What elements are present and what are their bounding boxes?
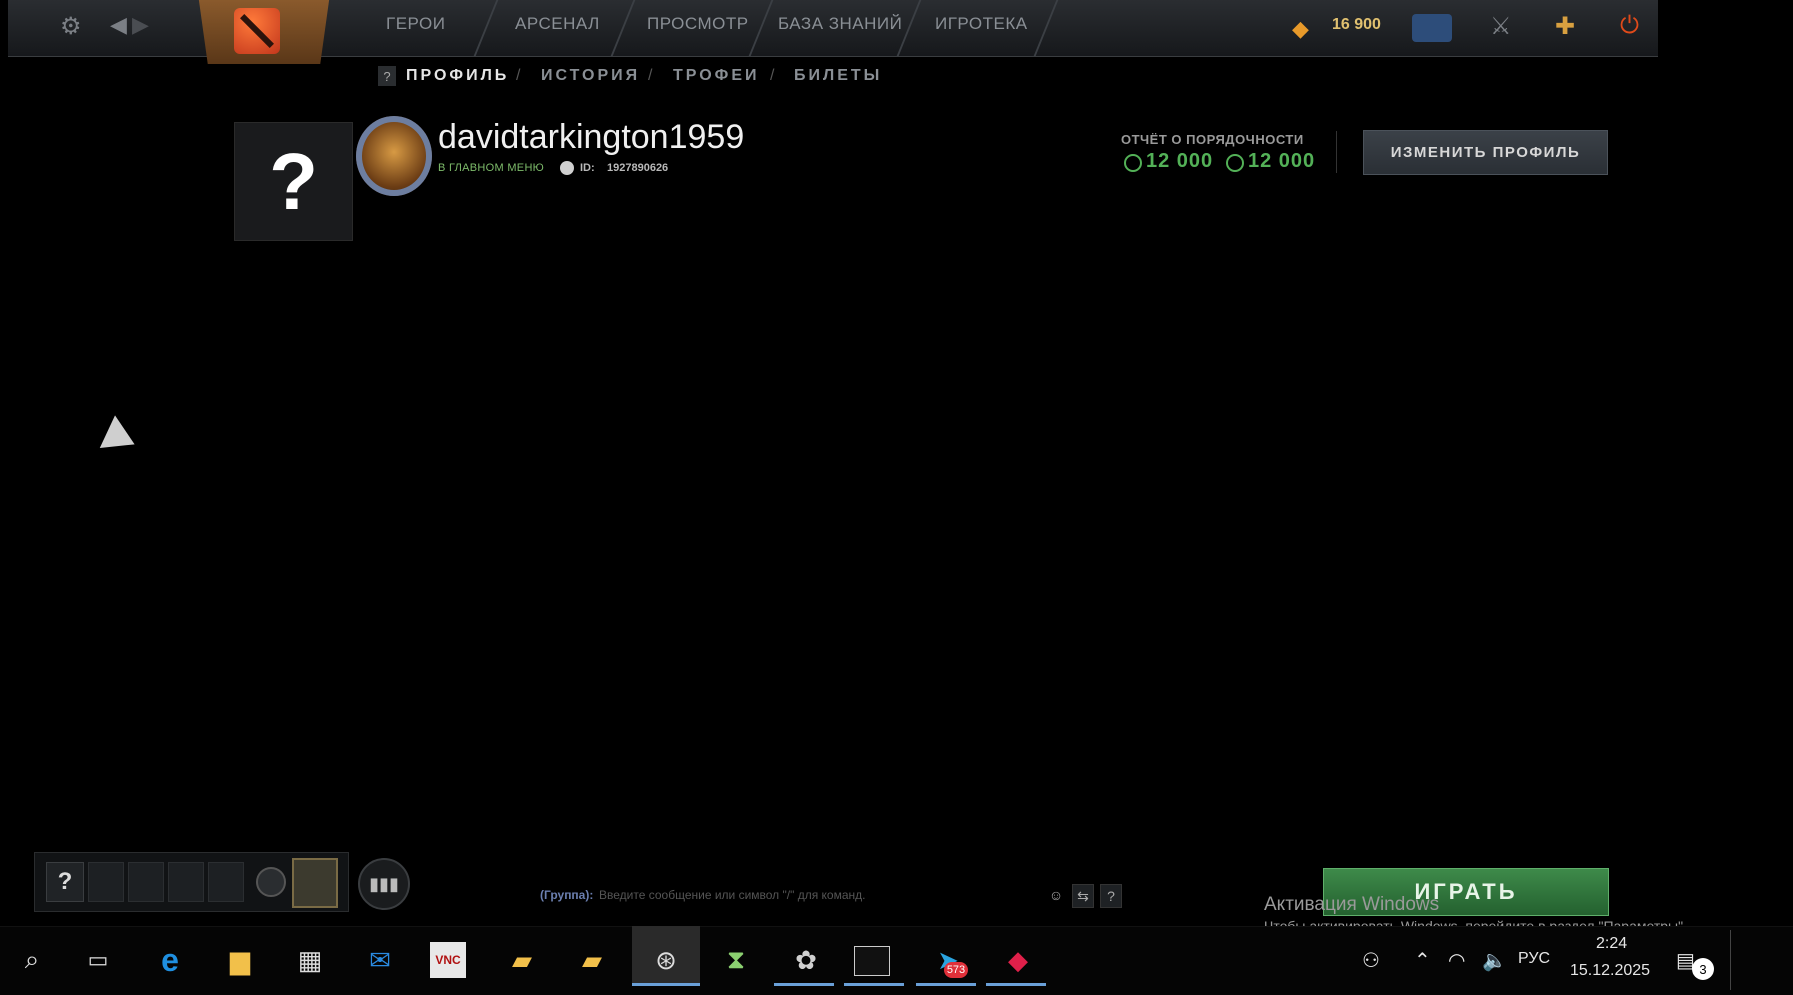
chat-input[interactable]: Введите сообщение или символ "/" для ком… bbox=[599, 888, 865, 902]
tab-trophies[interactable]: ТРОФЕИ bbox=[673, 67, 760, 85]
tab-profile[interactable]: ПРОФИЛЬ bbox=[406, 67, 509, 85]
nav-learn[interactable]: БАЗА ЗНАНИЙ bbox=[778, 14, 902, 34]
communication-score: 12 000 bbox=[1248, 150, 1316, 172]
running-indicator bbox=[774, 983, 834, 986]
python-folder-icon[interactable]: ▰ bbox=[570, 938, 614, 982]
edit-profile-button[interactable]: ИЗМЕНИТЬ ПРОФИЛЬ bbox=[1363, 130, 1608, 175]
chat-mail-icon[interactable] bbox=[1412, 14, 1452, 42]
tab-history[interactable]: ИСТОРИЯ bbox=[541, 67, 640, 85]
party-slot[interactable] bbox=[88, 862, 124, 902]
nav-arcade[interactable]: ИГРОТЕКА bbox=[935, 14, 1028, 34]
notification-count-badge: 3 bbox=[1692, 958, 1714, 980]
shards-icon: ◆ bbox=[1292, 16, 1309, 41]
telegram-unread-badge: 573 bbox=[944, 962, 968, 978]
language-indicator[interactable]: РУС bbox=[1518, 950, 1550, 968]
divider bbox=[1336, 131, 1337, 173]
dota-logo-icon[interactable] bbox=[234, 8, 280, 54]
search-icon[interactable]: ⌕ bbox=[10, 938, 54, 982]
red-app-icon[interactable]: ◆ bbox=[996, 938, 1040, 982]
running-indicator bbox=[986, 983, 1046, 986]
chat-help-icon[interactable]: ? bbox=[1100, 884, 1122, 908]
smile-icon bbox=[1226, 154, 1244, 172]
subnav-separator: / bbox=[516, 67, 521, 84]
active-indicator bbox=[632, 983, 700, 986]
speaker-muted-icon[interactable]: 🔈 bbox=[1482, 948, 1507, 973]
rank-medal-icon[interactable] bbox=[356, 116, 432, 196]
back-arrow-icon[interactable]: ◀ bbox=[110, 12, 127, 38]
smile-icon bbox=[1124, 154, 1142, 172]
username: davidtarkington1959 bbox=[438, 118, 745, 156]
armory-icon[interactable]: ⚔ bbox=[1490, 12, 1512, 41]
mail-icon[interactable]: ✉ bbox=[358, 938, 402, 982]
tab-tickets[interactable]: БИЛЕТЫ bbox=[794, 67, 882, 85]
friends-icon[interactable]: ▮▮▮ bbox=[358, 858, 410, 910]
nav-heroes[interactable]: ГЕРОИ bbox=[386, 14, 445, 34]
activation-watermark-title: Активация Windows bbox=[1264, 894, 1440, 915]
steam-icon bbox=[560, 161, 574, 175]
python-folder-icon[interactable]: ▰ bbox=[500, 938, 544, 982]
subnav-separator: / bbox=[648, 67, 653, 84]
clock-date[interactable]: 15.12.2025 bbox=[1570, 962, 1650, 980]
id-value: 1927890626 bbox=[607, 162, 669, 174]
behavior-report-label[interactable]: ОТЧЁТ О ПОРЯДОЧНОСТИ bbox=[1121, 132, 1304, 147]
people-icon[interactable]: ⚇ bbox=[1362, 948, 1380, 973]
nav-armory[interactable]: АРСЕНАЛ bbox=[515, 14, 600, 34]
running-indicator bbox=[916, 983, 976, 986]
party-help-button[interactable]: ? bbox=[46, 862, 84, 902]
forward-arrow-icon[interactable]: ▶ bbox=[132, 12, 149, 38]
store-icon[interactable]: ▦ bbox=[288, 938, 332, 982]
emoji-icon[interactable]: ☺ bbox=[1046, 884, 1066, 906]
subnav-help-icon[interactable]: ? bbox=[378, 66, 396, 86]
guild-banner-icon[interactable] bbox=[292, 858, 338, 908]
chevron-up-icon[interactable]: ⌃ bbox=[1414, 948, 1431, 973]
chat-channel-label: (Группа): bbox=[540, 888, 594, 902]
task-view-icon[interactable]: ▭ bbox=[76, 938, 120, 982]
plus-icon[interactable]: ✚ bbox=[1555, 12, 1575, 41]
subnav-separator: / bbox=[770, 67, 775, 84]
edge-icon[interactable]: e bbox=[148, 938, 192, 982]
mouse-cursor-icon bbox=[99, 415, 143, 461]
chat-options-icon[interactable]: ⇆ bbox=[1072, 884, 1094, 908]
shards-count[interactable]: 16 900 bbox=[1332, 16, 1381, 34]
clock-time[interactable]: 2:24 bbox=[1596, 935, 1627, 953]
voice-chat-icon[interactable] bbox=[256, 867, 286, 897]
hourglass-icon[interactable]: ⧗ bbox=[714, 938, 758, 982]
settings-gear-icon[interactable]: ⚙ bbox=[60, 12, 82, 41]
network-icon[interactable]: ◠ bbox=[1448, 948, 1465, 973]
paint-icon[interactable]: ✿ bbox=[784, 938, 828, 982]
party-slot[interactable] bbox=[208, 862, 244, 902]
avatar[interactable]: ? bbox=[234, 122, 353, 241]
party-slot[interactable] bbox=[128, 862, 164, 902]
power-icon[interactable]: ⏻ bbox=[1620, 12, 1639, 40]
file-explorer-icon[interactable]: ▆ bbox=[218, 938, 262, 982]
party-slot[interactable] bbox=[168, 862, 204, 902]
show-desktop-divider[interactable] bbox=[1730, 930, 1731, 990]
nav-watch[interactable]: ПРОСМОТР bbox=[647, 14, 749, 34]
vnc-viewer-icon[interactable]: VNC bbox=[430, 942, 466, 978]
id-label: ID: bbox=[580, 162, 595, 174]
steam-wheel-icon[interactable]: ⊛ bbox=[644, 938, 688, 982]
behavior-score: 12 000 bbox=[1146, 150, 1214, 172]
terminal-icon[interactable] bbox=[854, 946, 890, 976]
status-text: В ГЛАВНОМ МЕНЮ bbox=[438, 162, 545, 174]
running-indicator bbox=[844, 983, 904, 986]
